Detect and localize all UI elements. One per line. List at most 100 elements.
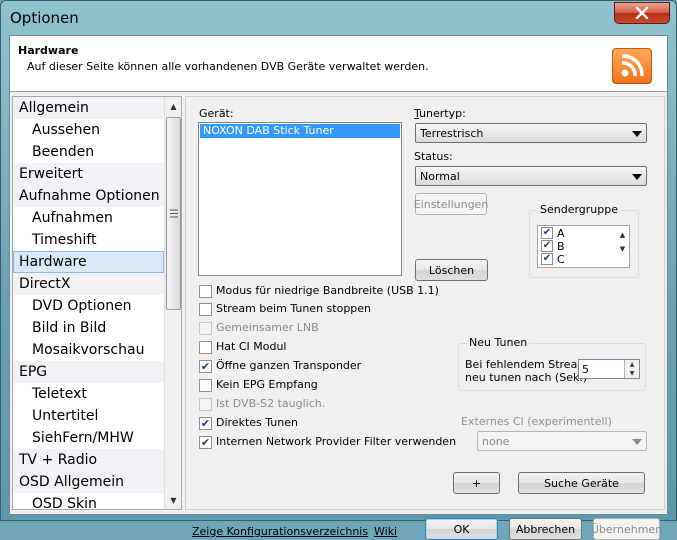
option-label[interactable]: Ist DVB-S2 tauglich.: [216, 397, 325, 410]
tuner-type-select[interactable]: Terrestrisch: [415, 123, 647, 143]
nav-item-aufnahme-optionen[interactable]: Aufnahme Optionen: [13, 185, 164, 207]
option-checkbox[interactable]: ✔: [199, 436, 212, 449]
add-button[interactable]: +: [453, 472, 500, 494]
nav-scrollbar[interactable]: ▲ ▼: [164, 97, 181, 509]
option-label[interactable]: Öffne ganzen Transponder: [216, 359, 361, 372]
scroll-down-icon[interactable]: ▼: [167, 494, 180, 506]
nav-item-osd-allgemein[interactable]: OSD Allgemein: [13, 471, 164, 493]
neu-tunen-group: Neu Tunen Bei fehlendem Stream neu tunen…: [458, 336, 646, 391]
sendergruppe-label: B: [557, 240, 565, 253]
cancel-button[interactable]: Abbrechen: [509, 518, 582, 540]
nav-item-aussehen[interactable]: Aussehen: [13, 119, 164, 141]
wiki-link[interactable]: Wiki: [374, 525, 397, 538]
option-checkbox[interactable]: [199, 285, 212, 298]
option-label[interactable]: Direktes Tunen: [216, 416, 298, 429]
nav-item-siehfern-mhw[interactable]: SiehFern/MHW: [13, 427, 164, 449]
status-label: Status:: [414, 150, 453, 163]
status-value: Normal: [420, 170, 460, 183]
nav-item-directx[interactable]: DirectX: [13, 273, 164, 295]
option-checkbox[interactable]: [199, 379, 212, 392]
settings-button[interactable]: Einstellungen: [414, 193, 488, 215]
neu-tunen-seconds-value: 5: [582, 363, 589, 376]
device-label: Gerät:: [199, 107, 234, 120]
option-label[interactable]: Hat CI Modul: [216, 340, 286, 353]
window-title: Optionen: [10, 9, 79, 27]
category-list: Allgemein Aussehen Beenden Erweitert Aufnahm…: [13, 97, 164, 509]
option-checkbox[interactable]: ✔: [199, 360, 212, 373]
sendergruppe-item[interactable]: ✔ A: [538, 227, 629, 240]
option-label[interactable]: Internen Network Provider Filter verwend…: [216, 435, 456, 448]
sendergruppe-list[interactable]: ✔ A ✔ B ✔ C ▲ ▼: [537, 225, 630, 268]
category-nav[interactable]: Allgemein Aussehen Beenden Erweitert Aufnahm…: [12, 96, 182, 510]
close-icon: [635, 7, 649, 19]
option-label[interactable]: Kein EPG Empfang: [216, 378, 318, 391]
externes-ci-select[interactable]: none: [477, 431, 647, 451]
nav-item-erweitert[interactable]: Erweitert: [13, 163, 164, 185]
option-label[interactable]: Stream beim Tunen stoppen: [216, 302, 371, 315]
nav-item-untertitel[interactable]: Untertitel: [13, 405, 164, 427]
grip-icon: [169, 209, 178, 218]
ok-button[interactable]: OK: [425, 518, 498, 540]
option-label[interactable]: Modus für niedrige Bandbreite (USB 1.1): [216, 284, 439, 297]
nav-item-tv-radio[interactable]: TV + Radio: [13, 449, 164, 471]
device-item-selected[interactable]: NOXON DAB Stick Tuner: [200, 124, 400, 138]
sendergruppe-checkbox[interactable]: ✔: [541, 227, 553, 239]
sendergruppe-label: C: [557, 253, 565, 266]
sendergruppe-checkbox[interactable]: ✔: [541, 240, 553, 252]
spin-down-icon[interactable]: ▼: [625, 369, 639, 378]
hardware-panel: Gerät: NOXON DAB Stick Tuner Tunertyp: T…: [185, 96, 665, 540]
options-window: Optionen Hardware Auf dieser Seite könne…: [0, 0, 677, 540]
search-devices-label: Suche Geräte: [544, 476, 619, 490]
sendergruppe-scroll[interactable]: ▲ ▼: [617, 228, 628, 256]
scroll-down-icon[interactable]: ▼: [617, 242, 628, 256]
sendergruppe-item[interactable]: ✔ C: [538, 253, 629, 266]
neu-tunen-seconds-input[interactable]: 5 ▲ ▼: [578, 359, 640, 379]
nav-item-beenden[interactable]: Beenden: [13, 141, 164, 163]
close-button[interactable]: [614, 2, 670, 24]
title-bar[interactable]: Optionen: [1, 1, 676, 35]
tuner-type-value: Terrestrisch: [420, 127, 484, 140]
scroll-up-icon[interactable]: ▲: [617, 228, 628, 242]
nav-item-teletext[interactable]: Teletext: [13, 383, 164, 405]
rss-logo-icon: [612, 48, 652, 84]
option-checkbox[interactable]: ✔: [199, 417, 212, 430]
nav-item-dvd-optionen[interactable]: DVD Optionen: [13, 295, 164, 317]
spin-up-icon[interactable]: ▲: [625, 360, 639, 369]
config-dir-link[interactable]: Zeige Konfigurationsverzeichnis: [192, 525, 368, 538]
chevron-down-icon: [632, 439, 642, 445]
neu-tunen-title: Neu Tunen: [467, 336, 530, 349]
spin-buttons[interactable]: ▲ ▼: [624, 360, 639, 378]
nav-item-epg[interactable]: EPG: [13, 361, 164, 383]
search-devices-button[interactable]: Suche Geräte: [518, 472, 645, 494]
neu-tunen-line2: neu tunen nach (Sek.): [465, 371, 588, 384]
delete-button[interactable]: Löschen: [415, 259, 488, 281]
apply-button[interactable]: Übernehmen: [591, 518, 662, 540]
page-description: Auf dieser Seite können alle vorhandenen…: [27, 60, 429, 73]
nav-item-aufnahmen[interactable]: Aufnahmen: [13, 207, 164, 229]
externes-ci-value: none: [482, 435, 510, 448]
device-list[interactable]: NOXON DAB Stick Tuner: [198, 122, 402, 276]
chevron-down-icon: [632, 131, 642, 137]
tuner-type-label-text: unertyp:: [419, 107, 466, 120]
nav-item-mosaikvorschau[interactable]: Mosaikvorschau: [13, 339, 164, 361]
neu-tunen-line1: Bei fehlendem Stream: [465, 358, 589, 371]
sendergruppe-group: Sendergruppe ✔ A ✔ B ✔ C ▲ ▼: [529, 203, 639, 278]
page-header: Hardware Auf dieser Seite können alle vo…: [10, 36, 667, 92]
sendergruppe-item[interactable]: ✔ B: [538, 240, 629, 253]
scroll-up-icon[interactable]: ▲: [167, 100, 180, 112]
status-select[interactable]: Normal: [415, 166, 647, 186]
option-checkbox[interactable]: [199, 303, 212, 316]
nav-item-osd-skin[interactable]: OSD Skin: [13, 493, 164, 509]
option-checkbox[interactable]: [199, 341, 212, 354]
option-checkbox[interactable]: [199, 398, 212, 411]
scroll-thumb[interactable]: [166, 117, 181, 310]
nav-item-hardware[interactable]: Hardware: [13, 251, 164, 273]
nav-item-allgemein[interactable]: Allgemein: [13, 97, 164, 119]
nav-item-timeshift[interactable]: Timeshift: [13, 229, 164, 251]
dialog-client: Hardware Auf dieser Seite können alle vo…: [9, 35, 668, 540]
chevron-down-icon: [632, 174, 642, 180]
nav-item-bild-in-bild[interactable]: Bild in Bild: [13, 317, 164, 339]
sendergruppe-checkbox[interactable]: ✔: [541, 253, 553, 265]
option-label[interactable]: Gemeinsamer LNB: [216, 321, 319, 334]
option-checkbox[interactable]: [199, 322, 212, 335]
